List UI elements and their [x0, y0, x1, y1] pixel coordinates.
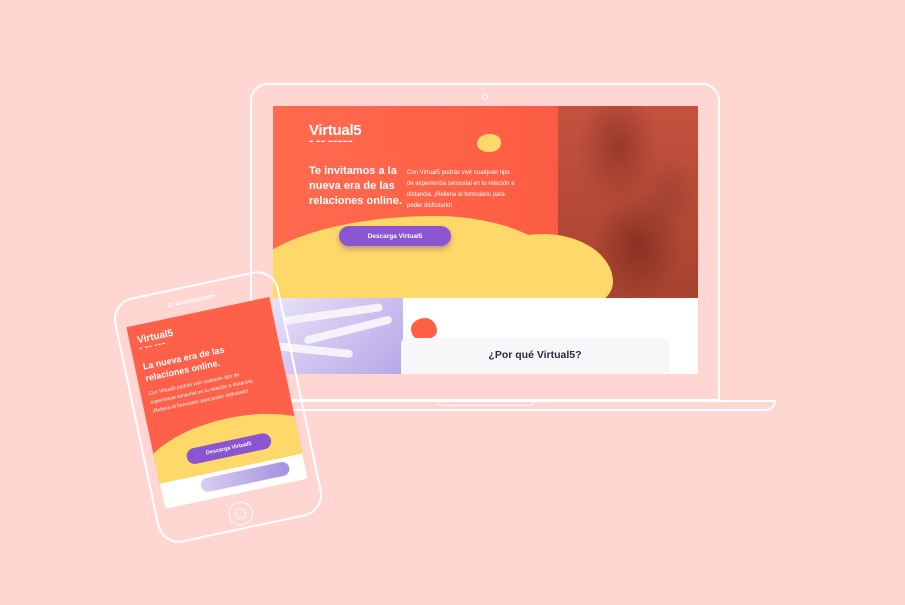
- laptop-notch: [436, 401, 534, 406]
- laptop-screen: Virtual5 ▬ ▬▬ ▬▬▬▬▬ Te invitamos a la nu…: [273, 106, 698, 374]
- features-section: ¿Por qué Virtual5?: [273, 298, 698, 374]
- why-card: ¿Por qué Virtual5?: [401, 338, 669, 374]
- laptop-camera: [482, 94, 488, 100]
- decorative-blob: [477, 134, 501, 152]
- download-button[interactable]: Descarga Virtual5: [339, 226, 451, 246]
- decorative-blob: [411, 318, 437, 340]
- hero-section: Virtual5 ▬ ▬▬ ▬▬▬▬▬ Te invitamos a la nu…: [273, 106, 698, 298]
- decorative-dot: [523, 246, 532, 256]
- section-title: ¿Por qué Virtual5?: [488, 349, 582, 361]
- hero-title: Te invitamos a la nueva era de las relac…: [309, 165, 402, 207]
- hero-text: Con Virtual5 podrás vivir cualquier tipo…: [407, 170, 515, 209]
- logo-tagline: ▬ ▬▬ ▬▬▬▬▬: [309, 138, 354, 143]
- logo[interactable]: Virtual5: [309, 122, 362, 139]
